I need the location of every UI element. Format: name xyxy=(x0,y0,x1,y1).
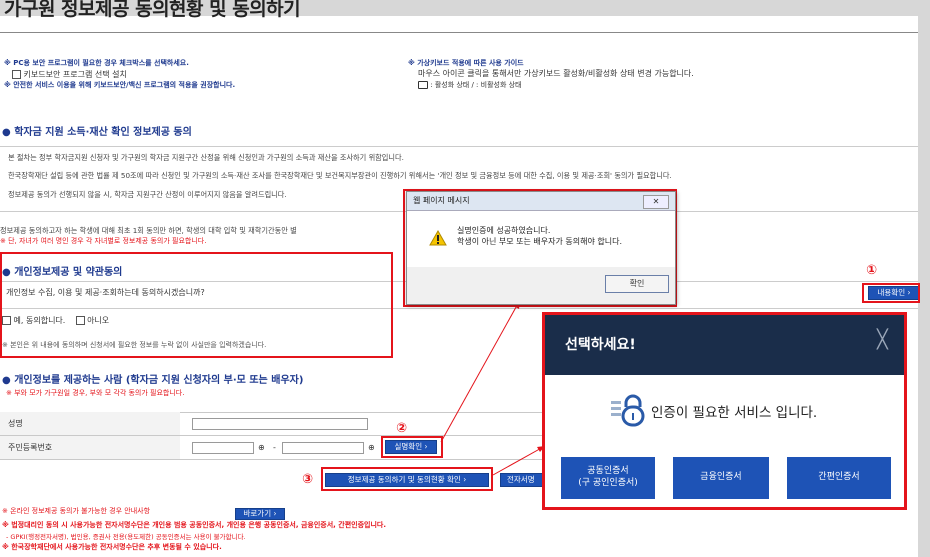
simple-certificate-button[interactable]: 간편인증서 xyxy=(787,457,891,499)
close-icon: ╳ xyxy=(877,329,888,350)
alert-close-button[interactable]: ✕ xyxy=(643,195,669,209)
alert-message-2: 학생이 아닌 부모 또는 배우자가 동의해야 합니다. xyxy=(457,237,622,246)
modal-title: 선택하세요! xyxy=(565,337,636,353)
arrow-line-modal xyxy=(492,445,546,476)
arrow-line-alert xyxy=(440,299,521,443)
cert-select-modal: 선택하세요! ╳ 인증이 필요한 서비스 입니다. 공동인증서 (구 공인인증서… xyxy=(542,312,907,510)
modal-close-button[interactable]: ╳ xyxy=(877,331,888,349)
modal-message: 인증이 필요한 서비스 입니다. xyxy=(651,405,818,421)
alert-title: 웹 페이지 메시지 xyxy=(413,196,470,205)
alert-message-1: 실명인증에 성공하였습니다. xyxy=(457,226,551,235)
close-icon: ✕ xyxy=(652,197,660,206)
simple-certificate-label: 간편인증서 xyxy=(818,472,860,483)
joint-certificate-label: 공동인증서 (구 공인인증서) xyxy=(578,466,638,488)
alert-ok-label: 확인 xyxy=(629,279,645,288)
lock-icon xyxy=(611,394,645,427)
warning-icon xyxy=(429,230,447,246)
alert-ok-button[interactable]: 확인 xyxy=(605,275,669,293)
financial-certificate-button[interactable]: 금융인증서 xyxy=(673,457,769,499)
alert-dialog: 웹 페이지 메시지 ✕ 실명인증에 성공하였습니다. 학생이 아닌 부모 또는 … xyxy=(406,191,676,305)
joint-certificate-button[interactable]: 공동인증서 (구 공인인증서) xyxy=(561,457,655,499)
financial-certificate-label: 금융인증서 xyxy=(700,472,742,483)
